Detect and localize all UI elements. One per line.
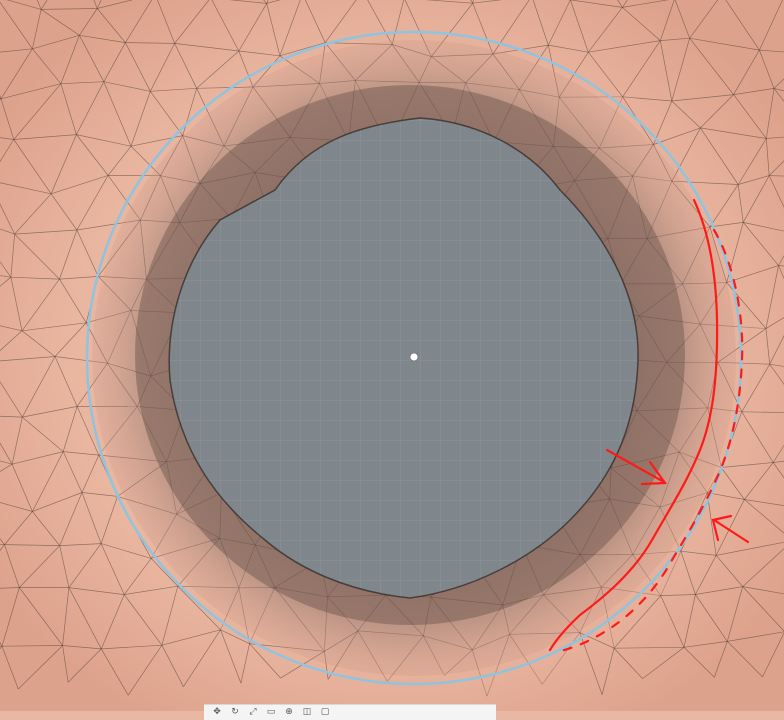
view-icon[interactable]: ◫ [300,707,314,717]
transform-icon[interactable]: ⊕ [282,707,296,717]
viewport-canvas[interactable] [0,0,784,711]
scale-icon[interactable]: ⤢ [246,707,260,717]
rect-icon[interactable]: ▭ [264,707,278,717]
move-icon[interactable]: ✥ [210,707,224,717]
frame-icon[interactable]: ▢ [318,707,332,717]
mesh-edge [419,82,465,83]
scene-toolbar: ✥ ↻ ⤢ ▭ ⊕ ◫ ▢ [204,704,496,720]
scene-viewport[interactable] [0,0,784,711]
rotate-icon[interactable]: ↻ [228,707,242,717]
pivot-point[interactable] [410,353,418,361]
